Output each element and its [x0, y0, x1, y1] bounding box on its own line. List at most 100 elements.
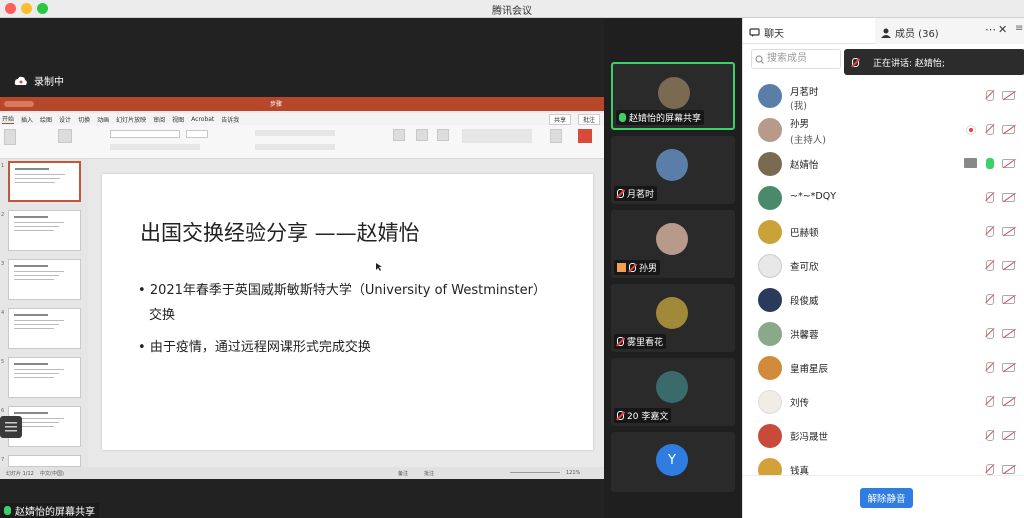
app-title: 腾讯会议: [492, 6, 532, 17]
video-tile[interactable]: Y: [611, 432, 735, 492]
tab-review[interactable]: 审阅: [153, 115, 165, 124]
paragraph-buttons[interactable]: [255, 130, 335, 136]
ppt-share-button[interactable]: 共享: [548, 113, 571, 125]
font-size-select[interactable]: [186, 130, 208, 138]
mic-on-icon[interactable]: [986, 158, 994, 169]
tab-chat[interactable]: 聊天: [749, 25, 784, 40]
mic-muted-icon[interactable]: [986, 192, 994, 203]
mic-muted-icon[interactable]: [986, 124, 994, 135]
mic-muted-icon[interactable]: [986, 430, 994, 441]
tab-animations[interactable]: 动画: [97, 115, 109, 124]
autosave-toggle[interactable]: [4, 101, 34, 107]
slide-thumbnail[interactable]: [8, 210, 81, 251]
tab-draw[interactable]: 绘图: [40, 115, 52, 124]
more-icon[interactable]: ⋯: [985, 23, 996, 36]
paste-button[interactable]: [4, 129, 16, 145]
member-row[interactable]: 月茗时 (我): [743, 79, 1024, 113]
mic-muted-icon[interactable]: [986, 294, 994, 305]
notes-button[interactable]: 备注: [398, 470, 408, 477]
mic-muted-icon[interactable]: [986, 90, 994, 101]
search-icon: [755, 55, 764, 64]
tab-design[interactable]: 设计: [59, 115, 71, 124]
close-icon[interactable]: ✕: [998, 23, 1007, 36]
slide-bullet: • 2021年春季于英国威斯敏斯特大学（University of Westmi…: [138, 283, 546, 298]
member-row[interactable]: 洪馨蓉: [743, 317, 1024, 351]
camera-off-icon[interactable]: [1002, 329, 1015, 338]
video-tile[interactable]: 月茗时: [611, 136, 735, 204]
video-tile-label: 雾里看花: [614, 334, 667, 349]
camera-off-icon[interactable]: [1002, 431, 1015, 440]
member-row[interactable]: 赵婧怡: [743, 147, 1024, 181]
member-row[interactable]: 刘传: [743, 385, 1024, 419]
video-tile[interactable]: 赵婧怡的屏幕共享: [611, 62, 735, 130]
tab-home[interactable]: 开始: [2, 114, 15, 124]
camera-off-icon[interactable]: [1002, 465, 1015, 474]
camera-off-icon[interactable]: [1002, 397, 1015, 406]
slide-thumbnail[interactable]: [8, 308, 81, 349]
member-row[interactable]: 巴赫顿: [743, 215, 1024, 249]
mic-muted-icon[interactable]: [986, 464, 994, 475]
mic-muted-icon[interactable]: [986, 328, 994, 339]
ppt-comment-button[interactable]: 批注: [577, 113, 600, 125]
unmute-button[interactable]: 解除静音: [860, 488, 913, 508]
mic-muted-icon[interactable]: [986, 226, 994, 237]
member-row[interactable]: 孙男 (主持人): [743, 113, 1024, 147]
alignment-buttons[interactable]: [255, 144, 335, 150]
new-slide-button[interactable]: [58, 129, 72, 143]
arrange-style-buttons[interactable]: [462, 129, 532, 143]
member-row[interactable]: 段俊威: [743, 283, 1024, 317]
mic-muted-icon[interactable]: [986, 260, 994, 271]
tab-tell-me[interactable]: 告诉我: [221, 115, 239, 124]
slide-bullet-continuation: 交换: [149, 308, 176, 323]
camera-off-icon[interactable]: [1002, 91, 1015, 100]
slide-thumbnail[interactable]: [8, 455, 81, 467]
tab-acrobat[interactable]: Acrobat: [191, 116, 214, 123]
recording-indicator[interactable]: 录制中: [14, 73, 64, 88]
menu-icon[interactable]: ≡: [1015, 23, 1023, 34]
member-role: (我): [790, 101, 807, 112]
mic-muted-icon[interactable]: [986, 362, 994, 373]
camera-off-icon[interactable]: [1002, 295, 1015, 304]
camera-off-icon[interactable]: [1002, 227, 1015, 236]
textbox-button[interactable]: [437, 129, 449, 141]
camera-off-icon[interactable]: [1002, 261, 1015, 270]
comments-button[interactable]: 批注: [424, 470, 434, 477]
zoom-slider[interactable]: [510, 472, 560, 473]
cloud-record-icon: [14, 76, 27, 85]
avatar: [758, 118, 782, 142]
video-tile[interactable]: 雾里看花: [611, 284, 735, 352]
tab-insert[interactable]: 插入: [21, 115, 33, 124]
person-icon: [881, 28, 891, 38]
slide-thumbnail[interactable]: [8, 259, 81, 300]
font-name-select[interactable]: [110, 130, 180, 138]
tab-view[interactable]: 视图: [172, 115, 184, 124]
camera-off-icon[interactable]: [1002, 193, 1015, 202]
tab-slideshow[interactable]: 幻灯片放映: [116, 115, 146, 124]
slide-number: 3: [1, 261, 5, 267]
video-tile[interactable]: 孙男: [611, 210, 735, 278]
slide-thumbnail[interactable]: [8, 357, 81, 398]
avatar: [758, 288, 782, 312]
slide-thumbnail[interactable]: [8, 161, 81, 202]
member-row[interactable]: 皇甫星辰: [743, 351, 1024, 385]
toolbar-toggle-button[interactable]: [0, 416, 22, 438]
member-row[interactable]: 彭冯晟世: [743, 419, 1024, 453]
mic-muted-icon[interactable]: [986, 396, 994, 407]
designer-button[interactable]: [550, 129, 562, 143]
font-format-buttons[interactable]: [110, 144, 200, 150]
member-row[interactable]: 钱真: [743, 453, 1024, 475]
member-name: 刘传: [790, 398, 810, 409]
create-pdf-button[interactable]: [578, 129, 592, 143]
slide-canvas[interactable]: 出国交换经验分享 ——赵婧怡 • 2021年春季于英国威斯敏斯特大学（Unive…: [102, 174, 593, 450]
member-row[interactable]: 查可欣: [743, 249, 1024, 283]
camera-off-icon[interactable]: [1002, 363, 1015, 372]
search-input[interactable]: 搜索成员: [751, 49, 841, 69]
avatar: [758, 186, 782, 210]
shapes-button[interactable]: [416, 129, 428, 141]
video-tile[interactable]: 20 李嘉文: [611, 358, 735, 426]
picture-button[interactable]: [393, 129, 405, 141]
camera-off-icon[interactable]: [1002, 125, 1015, 134]
tab-transitions[interactable]: 切换: [78, 115, 90, 124]
camera-off-icon[interactable]: [1002, 159, 1015, 168]
member-row[interactable]: ~*~*DQY: [743, 181, 1024, 215]
